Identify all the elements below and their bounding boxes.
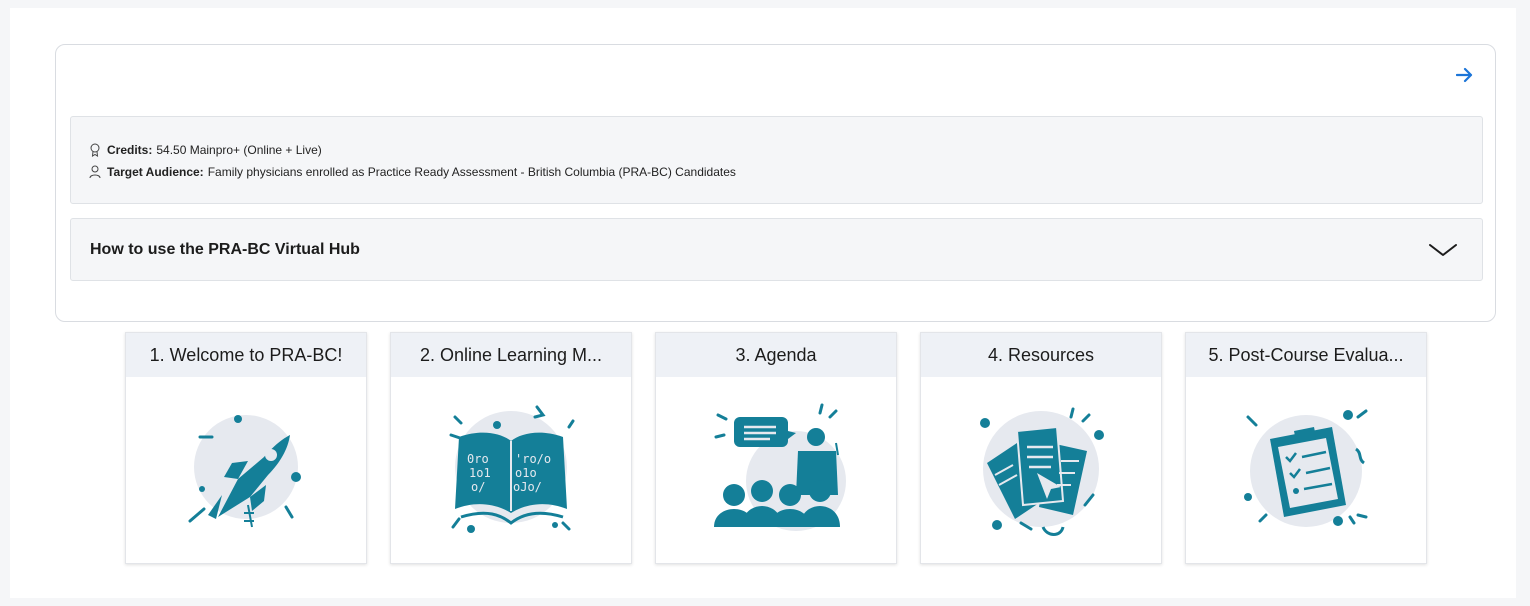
audience-line: Target Audience: Family physicians enrol… bbox=[89, 161, 1464, 183]
presentation-illustration-icon bbox=[714, 403, 846, 531]
credits-label: Credits: bbox=[107, 143, 153, 157]
page-container: Credits: 54.50 Mainpro+ (Online + Live) … bbox=[10, 8, 1516, 598]
how-to-accordion[interactable]: How to use the PRA-BC Virtual Hub bbox=[70, 218, 1483, 281]
module-tile-title: 3. Agenda bbox=[656, 333, 896, 377]
clipboard-illustration-icon bbox=[1244, 409, 1368, 527]
svg-text:1o1: 1o1 bbox=[469, 466, 491, 480]
course-info-box: Credits: 54.50 Mainpro+ (Online + Live) … bbox=[70, 116, 1483, 204]
award-icon bbox=[90, 143, 100, 157]
open-course-button[interactable] bbox=[1453, 63, 1477, 87]
documents-illustration-icon bbox=[980, 407, 1104, 536]
module-tile-resources[interactable]: 4. Resources bbox=[920, 332, 1162, 564]
person-icon bbox=[89, 165, 101, 179]
module-tile-evaluation[interactable]: 5. Post-Course Evalua... bbox=[1185, 332, 1427, 564]
credits-value: 54.50 Mainpro+ (Online + Live) bbox=[156, 143, 322, 157]
svg-text:o/: o/ bbox=[471, 480, 485, 494]
svg-text:'ro/o: 'ro/o bbox=[515, 452, 551, 466]
chevron-down-icon bbox=[1429, 243, 1457, 256]
course-card: Credits: 54.50 Mainpro+ (Online + Live) … bbox=[55, 44, 1496, 322]
audience-label: Target Audience: bbox=[107, 165, 204, 179]
audience-value: Family physicians enrolled as Practice R… bbox=[207, 165, 736, 179]
svg-text:0ro: 0ro bbox=[467, 452, 489, 466]
module-tile-online-learning[interactable]: 2. Online Learning M... 0ro 'ro/o 1o1 o1… bbox=[390, 332, 632, 564]
credits-line: Credits: 54.50 Mainpro+ (Online + Live) bbox=[89, 139, 1464, 161]
module-tile-title: 4. Resources bbox=[921, 333, 1161, 377]
book-illustration-icon: 0ro 'ro/o 1o1 o1o o/ oJo/ bbox=[449, 405, 575, 533]
svg-text:o1o: o1o bbox=[515, 466, 537, 480]
module-tile-title: 2. Online Learning M... bbox=[391, 333, 631, 377]
module-tile-welcome[interactable]: 1. Welcome to PRA-BC! bbox=[125, 332, 367, 564]
arrow-right-icon bbox=[1456, 67, 1473, 83]
rocket-illustration-icon bbox=[188, 415, 301, 528]
accordion-title: How to use the PRA-BC Virtual Hub bbox=[90, 240, 360, 258]
module-tile-title: 5. Post-Course Evalua... bbox=[1186, 333, 1426, 377]
svg-text:oJo/: oJo/ bbox=[513, 480, 542, 494]
module-tile-agenda[interactable]: 3. Agenda bbox=[655, 332, 897, 564]
module-tile-title: 1. Welcome to PRA-BC! bbox=[126, 333, 366, 377]
